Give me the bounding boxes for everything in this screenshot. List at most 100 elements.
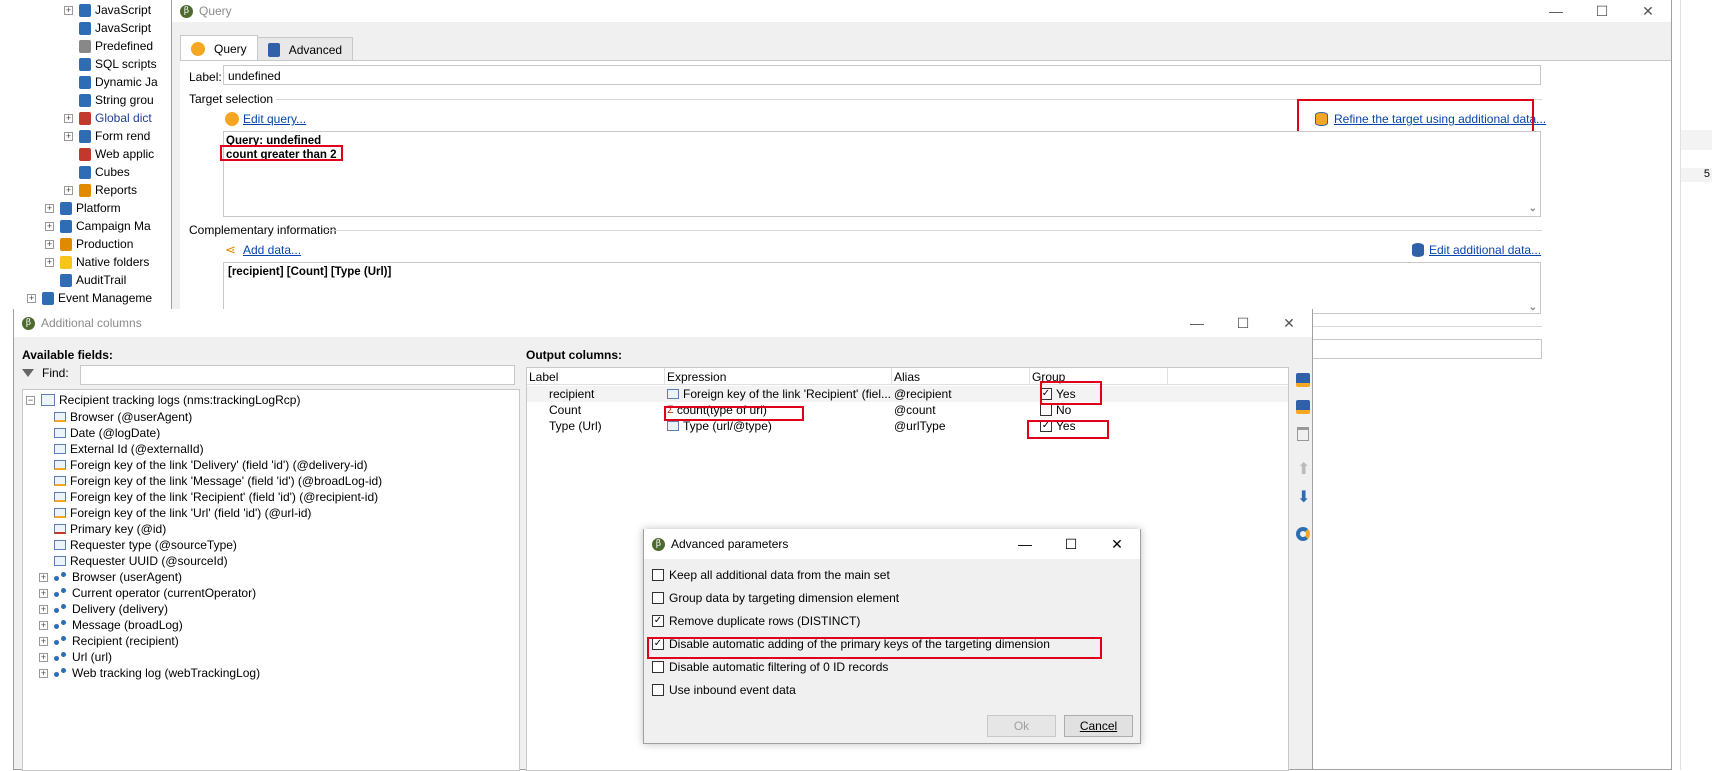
expand-icon[interactable]: + — [45, 221, 54, 231]
header-expression[interactable]: Expression — [667, 370, 726, 386]
expand-icon[interactable]: + — [45, 203, 54, 213]
tab-query[interactable]: Query — [180, 35, 258, 61]
delete-icon[interactable] — [1297, 427, 1309, 441]
table-row[interactable]: Count Σcount(type of url) @count No — [527, 402, 1288, 418]
close-icon[interactable]: ✕ — [1266, 309, 1312, 337]
link-item[interactable]: + Url (url) — [39, 649, 112, 665]
link-item[interactable]: + Recipient (recipient) — [39, 633, 179, 649]
expand-icon[interactable]: + — [39, 620, 48, 630]
maximize-icon[interactable]: ☐ — [1220, 309, 1266, 337]
field-item[interactable]: +Foreign key of the link 'Recipient' (fi… — [39, 489, 378, 505]
field-item[interactable]: +Requester UUID (@sourceId) — [39, 553, 228, 569]
header-label[interactable]: Label — [529, 370, 558, 386]
minimize-icon[interactable]: — — [1002, 529, 1048, 559]
add-data-link[interactable]: Add data... — [243, 243, 301, 257]
field-item[interactable]: +Foreign key of the link 'Url' (field 'i… — [39, 505, 311, 521]
field-item[interactable]: +Primary key (@id) — [39, 521, 166, 537]
explorer-item[interactable]: + Event Manageme — [27, 290, 152, 306]
link-item[interactable]: + Delivery (delivery) — [39, 601, 168, 617]
expand-icon[interactable]: + — [45, 257, 54, 267]
link-item[interactable]: + Web tracking log (webTrackingLog) — [39, 665, 260, 681]
edit-query-link[interactable]: Edit query... — [243, 112, 306, 126]
link-item[interactable]: + Message (broadLog) — [39, 617, 183, 633]
expand-icon[interactable]: + — [64, 131, 73, 141]
expand-icon[interactable]: + — [39, 636, 48, 646]
header-alias[interactable]: Alias — [894, 370, 920, 386]
add-column-icon[interactable] — [1296, 373, 1310, 387]
explorer-item[interactable]: +JavaScript — [64, 2, 151, 18]
table-row[interactable]: recipient Foreign key of the link 'Recipi… — [527, 386, 1288, 402]
close-icon[interactable]: ✕ — [1625, 0, 1671, 22]
expand-icon[interactable]: + — [64, 185, 73, 195]
link-item[interactable]: + Browser (userAgent) — [39, 569, 182, 585]
label-input[interactable]: undefined — [223, 65, 1541, 85]
ok-button[interactable]: Ok — [987, 715, 1056, 737]
explorer-item[interactable]: +Cubes — [64, 164, 130, 180]
edit-query-button[interactable]: Edit query... — [225, 112, 306, 126]
chart-icon[interactable] — [1296, 527, 1310, 541]
edit-additional-button[interactable]: Edit additional data... — [1412, 243, 1541, 257]
field-item[interactable]: +Browser (@userAgent) — [39, 409, 192, 425]
edit-column-icon[interactable] — [1296, 400, 1310, 414]
checkbox-unchecked-icon[interactable] — [652, 661, 664, 673]
explorer-item[interactable]: +Predefined — [64, 38, 153, 54]
group-checkbox[interactable]: No — [1040, 403, 1071, 417]
expand-icon[interactable]: + — [64, 113, 73, 123]
expand-icon[interactable]: + — [39, 652, 48, 662]
explorer-item[interactable]: + Production — [45, 236, 133, 252]
field-item[interactable]: +External Id (@externalId) — [39, 441, 204, 457]
find-input[interactable] — [80, 365, 515, 385]
scroll-down-icon[interactable]: ⌄ — [1529, 302, 1537, 313]
checkbox-unchecked-icon[interactable] — [652, 569, 664, 581]
explorer-item[interactable]: + Campaign Ma — [45, 218, 151, 234]
explorer-item[interactable]: + Platform — [45, 200, 121, 216]
explorer-item[interactable]: +JavaScript — [64, 20, 151, 36]
edit-additional-link[interactable]: Edit additional data... — [1429, 243, 1541, 257]
checkbox-unchecked-icon[interactable] — [652, 592, 664, 604]
explorer-item[interactable]: +Web applic — [64, 146, 154, 162]
explorer-item[interactable]: +String grou — [64, 92, 154, 108]
complementary-divider — [325, 230, 1542, 231]
minimize-icon[interactable]: — — [1174, 309, 1220, 337]
field-item[interactable]: +Requester type (@sourceType) — [39, 537, 237, 553]
expand-icon[interactable]: + — [64, 5, 73, 15]
tab-advanced[interactable]: Advanced — [257, 37, 354, 61]
explorer-item[interactable]: + Reports — [64, 182, 137, 198]
tree-root[interactable]: − Recipient tracking logs (nms:trackingL… — [26, 392, 300, 408]
explorer-item[interactable]: + Global dict — [64, 110, 152, 126]
checkbox-unchecked-icon[interactable] — [652, 684, 664, 696]
explorer-item[interactable]: +SQL scripts — [64, 56, 157, 72]
explorer-item[interactable]: +AuditTrail — [45, 272, 126, 288]
field-item[interactable]: +Date (@logDate) — [39, 425, 160, 441]
link-item[interactable]: + Current operator (currentOperator) — [39, 585, 256, 601]
move-down-icon[interactable]: ⬇ — [1297, 490, 1310, 506]
explorer-item[interactable]: +Dynamic Ja — [64, 74, 158, 90]
table-row[interactable]: Type (Url) Type (url/@type) @urlType ✓ Yes — [527, 418, 1288, 434]
maximize-icon[interactable]: ☐ — [1048, 529, 1094, 559]
option-checkbox[interactable]: Group data by targeting dimension elemen… — [652, 590, 899, 606]
close-icon[interactable]: ✕ — [1094, 529, 1140, 559]
option-checkbox[interactable]: ✓ Remove duplicate rows (DISTINCT) — [652, 613, 860, 629]
explorer-item[interactable]: + Native folders — [45, 254, 149, 270]
checkbox-unchecked-icon[interactable] — [1040, 404, 1052, 416]
expand-icon[interactable]: + — [45, 239, 54, 249]
explorer-item[interactable]: + Form rend — [64, 128, 150, 144]
field-item[interactable]: +Foreign key of the link 'Message' (fiel… — [39, 473, 382, 489]
maximize-icon[interactable]: ☐ — [1579, 0, 1625, 22]
cancel-button[interactable]: Cancel — [1064, 715, 1133, 737]
checkbox-checked-icon[interactable]: ✓ — [652, 615, 664, 627]
field-item[interactable]: +Foreign key of the link 'Delivery' (fie… — [39, 457, 367, 473]
scroll-down-icon[interactable]: ⌄ — [1529, 202, 1537, 216]
move-up-icon[interactable]: ⬆ — [1297, 462, 1310, 478]
expand-icon[interactable]: + — [39, 588, 48, 598]
expand-icon[interactable]: + — [39, 604, 48, 614]
option-checkbox[interactable]: Keep all additional data from the main s… — [652, 567, 890, 583]
add-data-button[interactable]: ⋖ Add data... — [225, 243, 301, 257]
expand-icon[interactable]: + — [39, 668, 48, 678]
collapse-icon[interactable]: − — [26, 395, 35, 405]
minimize-icon[interactable]: — — [1533, 0, 1579, 22]
expand-icon[interactable]: + — [39, 572, 48, 582]
option-checkbox[interactable]: Use inbound event data — [652, 682, 796, 698]
option-checkbox[interactable]: Disable automatic filtering of 0 ID reco… — [652, 659, 888, 675]
expand-icon[interactable]: + — [27, 293, 36, 303]
